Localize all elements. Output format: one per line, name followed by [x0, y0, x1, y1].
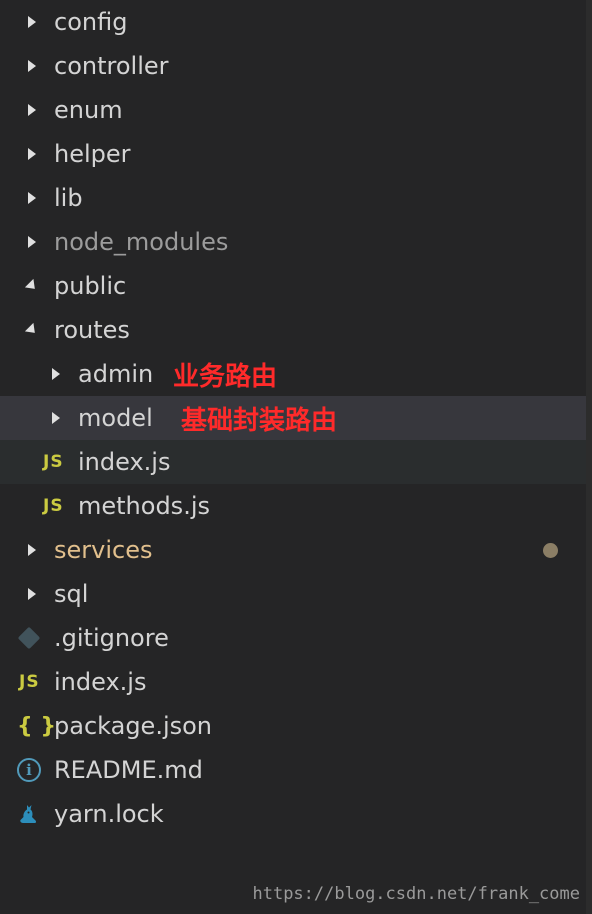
chevron-right-icon	[52, 412, 60, 424]
tree-folder-public[interactable]: public	[0, 264, 586, 308]
tree-item-label: routes	[54, 316, 130, 344]
chevron-right-icon	[28, 16, 36, 28]
tree-item-label: public	[54, 272, 127, 300]
info-icon: i	[17, 758, 41, 782]
tree-file-yarn-lock[interactable]: yarn.lock	[0, 792, 586, 836]
tree-item-label: .gitignore	[54, 624, 169, 652]
chevron-right-icon	[28, 60, 36, 72]
tree-item-label: services	[54, 536, 153, 564]
tree-file-gitignore[interactable]: .gitignore	[0, 616, 586, 660]
tree-item-label: node_modules	[54, 228, 229, 256]
chevron-right-icon	[28, 236, 36, 248]
annotation-label: 业务路由	[173, 361, 278, 392]
file-tree: config controller enum helper lib node_m…	[0, 0, 586, 836]
tree-folder-lib[interactable]: lib	[0, 176, 586, 220]
tree-folder-model[interactable]: model 基础封装路由	[0, 396, 586, 440]
tree-item-label: methods.js	[78, 492, 210, 520]
tree-folder-controller[interactable]: controller	[0, 44, 586, 88]
tree-item-label: sql	[54, 580, 89, 608]
file-explorer: config controller enum helper lib node_m…	[0, 0, 592, 914]
chevron-down-icon	[24, 278, 40, 294]
tree-folder-routes[interactable]: routes	[0, 308, 586, 352]
chevron-right-icon	[28, 148, 36, 160]
chevron-right-icon	[28, 104, 36, 116]
js-icon: JS	[43, 496, 64, 516]
chevron-right-icon	[52, 368, 60, 380]
watermark: https://blog.csdn.net/frank_come	[252, 884, 580, 904]
tree-file-routes-index-js[interactable]: JS index.js	[0, 440, 586, 484]
tree-item-label: lib	[54, 184, 83, 212]
tree-item-label: README.md	[54, 756, 203, 784]
json-icon: { }	[17, 713, 56, 739]
tree-item-label: index.js	[78, 448, 171, 476]
tree-file-readme-md[interactable]: i README.md	[0, 748, 586, 792]
tree-file-package-json[interactable]: { } package.json	[0, 704, 586, 748]
git-icon	[17, 626, 41, 650]
annotation-label: 基础封装路由	[181, 405, 338, 436]
yarn-icon	[17, 802, 41, 832]
tree-folder-node-modules[interactable]: node_modules	[0, 220, 586, 264]
tree-item-label: admin	[78, 360, 154, 388]
tree-folder-admin[interactable]: admin 业务路由	[0, 352, 586, 396]
chevron-right-icon	[28, 588, 36, 600]
tree-item-label: model	[78, 404, 153, 432]
tree-folder-config[interactable]: config	[0, 0, 586, 44]
tree-folder-helper[interactable]: helper	[0, 132, 586, 176]
tree-file-index-js[interactable]: JS index.js	[0, 660, 586, 704]
tree-item-label: enum	[54, 96, 123, 124]
js-icon: JS	[19, 672, 40, 692]
chevron-right-icon	[28, 192, 36, 204]
chevron-down-icon	[24, 322, 40, 338]
chevron-right-icon	[28, 544, 36, 556]
tree-file-methods-js[interactable]: JS methods.js	[0, 484, 586, 528]
tree-item-label: helper	[54, 140, 131, 168]
vertical-scrollbar[interactable]	[586, 0, 592, 914]
modified-dot-icon	[543, 542, 558, 558]
tree-item-label: config	[54, 8, 128, 36]
tree-item-label: controller	[54, 52, 169, 80]
tree-item-label: index.js	[54, 668, 147, 696]
js-icon: JS	[43, 452, 64, 472]
tree-item-label: yarn.lock	[54, 800, 164, 828]
tree-item-label: package.json	[54, 712, 213, 740]
tree-folder-enum[interactable]: enum	[0, 88, 586, 132]
tree-folder-sql[interactable]: sql	[0, 572, 586, 616]
tree-folder-services[interactable]: services	[0, 528, 586, 572]
